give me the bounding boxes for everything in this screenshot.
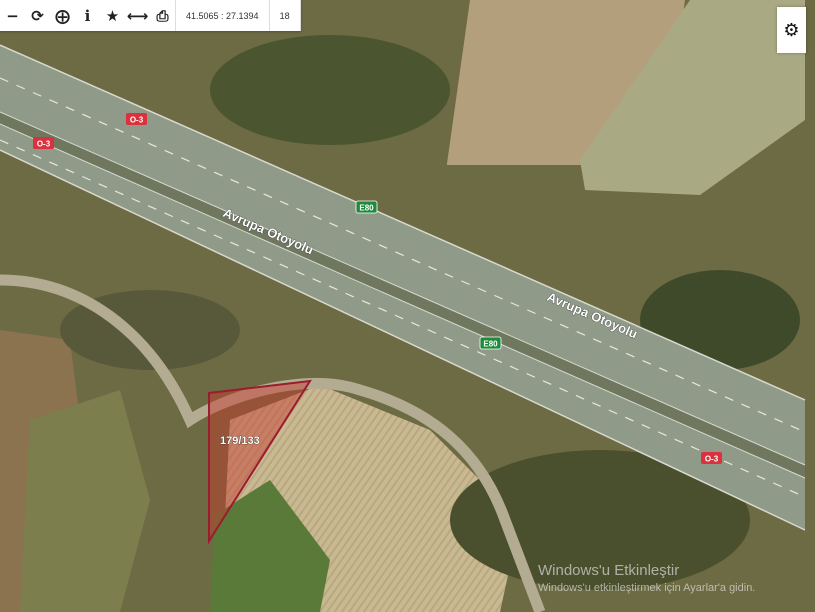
star-icon[interactable]: ★ <box>100 0 125 31</box>
svg-text:O-3: O-3 <box>130 116 144 125</box>
coordinate-readout: 41.5065 : 27.1394 <box>186 10 259 21</box>
windows-activation-watermark: Windows'u Etkinleştir Windows'u etkinleş… <box>538 562 755 594</box>
settings-gear-icon[interactable]: ⚙ <box>777 7 806 53</box>
e80-shield: E80 <box>355 200 378 214</box>
satellite-map[interactable]: Avrupa Otoyolu Avrupa Otoyolu E80 E80 O-… <box>0 0 815 612</box>
watermark-title: Windows'u Etkinleştir <box>538 562 680 579</box>
svg-text:O-3: O-3 <box>37 140 51 149</box>
svg-text:E80: E80 <box>359 204 374 213</box>
measure-icon[interactable]: ⟷ <box>125 0 150 31</box>
tree-cluster <box>210 35 450 145</box>
map-toolbar: − ⟳ ⨁ i ★ ⟷ ⎙ 41.5065 : 27.1394 18 <box>0 0 301 31</box>
svg-text:E80: E80 <box>483 340 498 349</box>
refresh-icon[interactable]: ⟳ <box>25 0 50 31</box>
o3-shield: O-3 <box>33 137 54 149</box>
print-icon[interactable]: ⎙ <box>150 0 175 31</box>
zoom-out-button[interactable]: − <box>0 0 25 31</box>
svg-text:O-3: O-3 <box>705 455 719 464</box>
locate-icon[interactable]: ⨁ <box>50 0 75 31</box>
o3-shield: O-3 <box>126 113 147 125</box>
o3-shield: O-3 <box>701 452 722 464</box>
info-icon[interactable]: i <box>75 0 100 31</box>
e80-shield: E80 <box>479 336 502 350</box>
parcel-label: 179/133 <box>220 435 260 447</box>
toolbar-divider <box>299 0 301 31</box>
watermark-subtitle: Windows'u etkinleştirmek için Ayarlar'a … <box>538 582 756 594</box>
zoom-level-readout: 18 <box>279 10 290 21</box>
